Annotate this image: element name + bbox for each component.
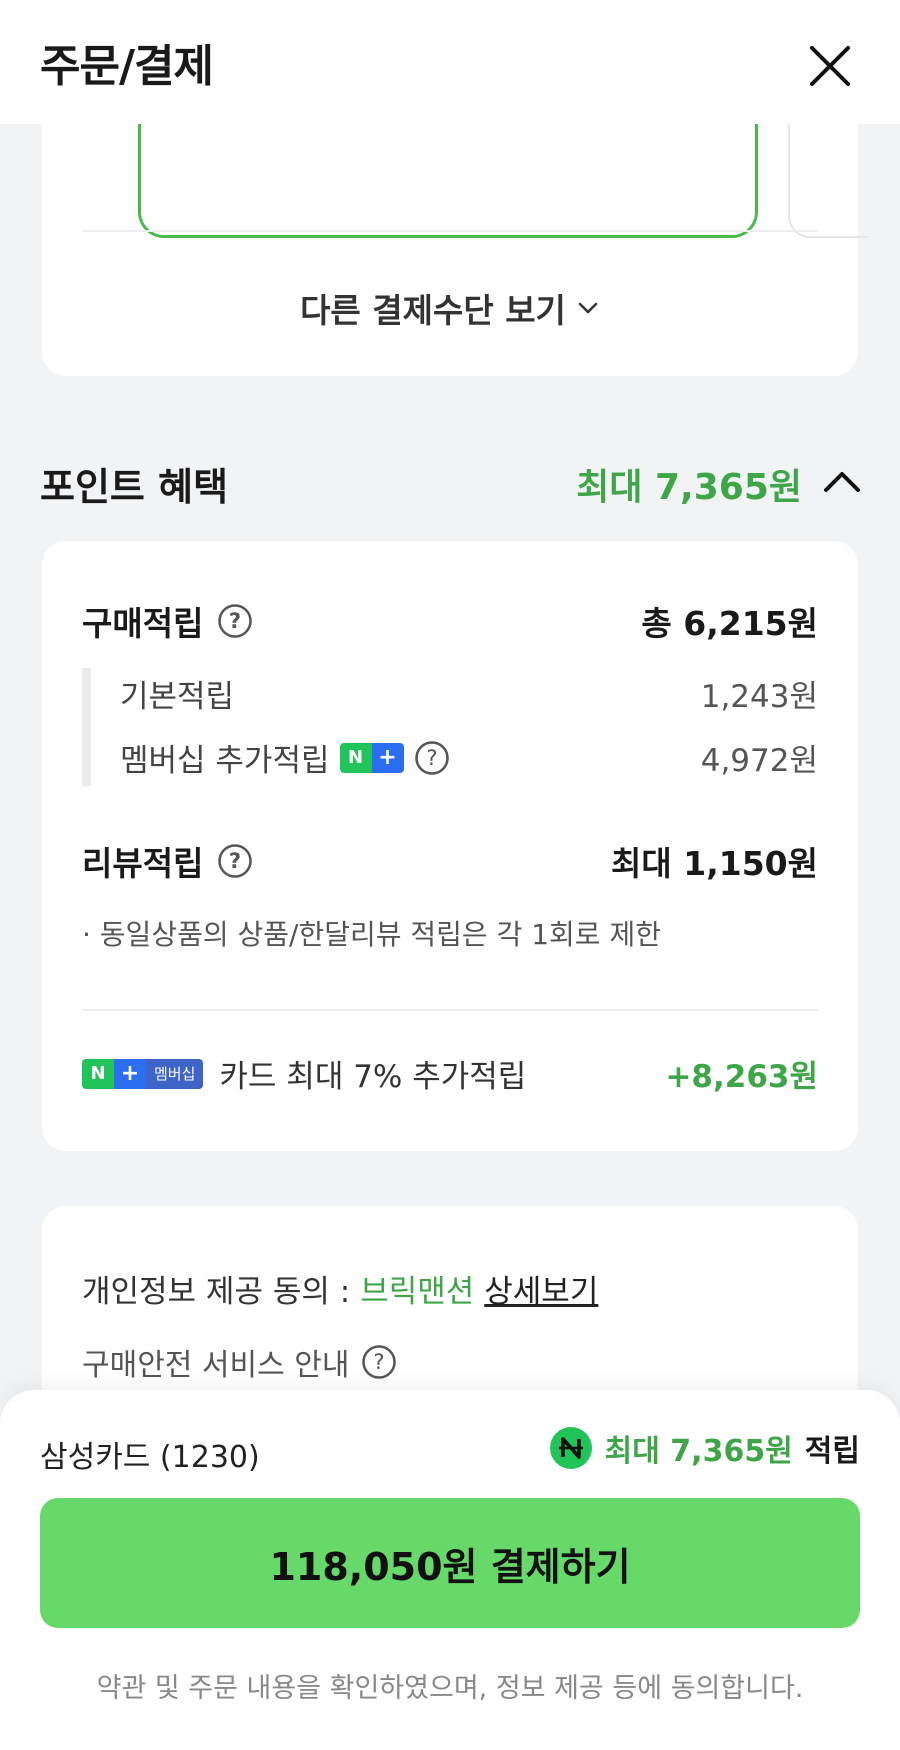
svg-text:?: ? <box>374 1350 385 1374</box>
svg-text:?: ? <box>229 609 241 633</box>
pay-button[interactable]: 118,050원 결제하기 <box>40 1498 860 1628</box>
terms-notice: 약관 및 주문 내용을 확인하였으며, 정보 제공 등에 동의합니다. <box>96 1673 804 1704</box>
review-points-note: · 동일상품의 상품/한달리뷰 적립은 각 1회로 제한 <box>82 918 661 951</box>
help-icon[interactable]: ? <box>217 603 253 639</box>
seller-brand: 브릭맨션 <box>360 1274 475 1310</box>
purchase-safety-label: 구매안전 서비스 안내 <box>82 1348 350 1383</box>
purchase-points-label: 구매적립 <box>82 604 204 643</box>
review-points-row: 리뷰적립 ? <box>82 837 253 885</box>
privacy-consent-label: 개인정보 제공 동의 : <box>82 1274 351 1310</box>
divider <box>82 1009 818 1011</box>
selected-card-name: 삼성카드 (1230) <box>40 1440 260 1475</box>
badge-membership: 멤버십 <box>146 1058 204 1089</box>
svg-text:?: ? <box>229 849 241 873</box>
npay-membership-badge: N + 멤버십 <box>82 1058 204 1089</box>
npay-icon <box>549 1427 592 1469</box>
points-card: 구매적립 ? 총 6,215원 기본적립 1,243원 멤버십 추가적립 N +… <box>42 541 858 1151</box>
badge-plus: + <box>371 742 404 773</box>
other-methods-label: 다른 결제수단 보기 <box>300 291 566 330</box>
close-button[interactable] <box>800 36 860 96</box>
badge-plus: + <box>114 1058 146 1089</box>
card-bonus-value: +8,263원 <box>665 1059 818 1095</box>
review-points-label: 리뷰적립 <box>82 844 204 883</box>
svg-text:?: ? <box>426 746 437 770</box>
membership-points-text: 멤버십 추가적립 <box>120 743 330 779</box>
basic-points-label: 기본적립 <box>120 671 234 716</box>
badge-n: N <box>339 742 372 773</box>
basic-points-value: 1,243원 <box>700 679 818 715</box>
membership-points-label: 멤버십 추가적립 N + ? <box>120 735 450 780</box>
chevron-up-icon <box>824 472 860 492</box>
reward-summary: 최대 7,365원 적립 <box>549 1426 860 1470</box>
reward-suffix: 적립 <box>804 1434 860 1469</box>
purchase-safety-row: 구매안전 서비스 안내 ? <box>82 1340 397 1384</box>
review-points-value: 최대 1,150원 <box>611 844 818 883</box>
points-collapse-toggle[interactable] <box>818 462 866 502</box>
header: 주문/결제 <box>0 0 900 124</box>
card-bonus-label: 카드 최대 7% 추가적립 <box>219 1059 527 1095</box>
close-icon <box>810 46 850 86</box>
help-icon[interactable]: ? <box>361 1344 397 1380</box>
purchase-points-value: 총 6,215원 <box>641 604 818 643</box>
card-bonus-row: N + 멤버십 카드 최대 7% 추가적립 <box>82 1051 526 1096</box>
badge-n: N <box>82 1058 114 1089</box>
reward-amount: 최대 7,365원 <box>604 1434 793 1469</box>
purchase-points-row: 구매적립 ? <box>82 597 253 645</box>
points-section-title: 포인트 혜택 <box>40 465 229 509</box>
other-payment-methods-button[interactable]: 다른 결제수단 보기 <box>42 278 858 338</box>
page-title: 주문/결제 <box>40 41 214 92</box>
chevron-down-icon <box>578 302 598 314</box>
detail-link[interactable]: 상세보기 <box>484 1266 598 1311</box>
basic-points-text: 기본적립 <box>120 679 235 715</box>
npay-plus-badge: N + <box>339 742 404 773</box>
sub-items-bar <box>82 668 91 786</box>
points-max-total: 최대 7,365원 <box>576 467 802 508</box>
privacy-consent-row: 개인정보 제공 동의 : 브릭맨션 상세보기 <box>82 1266 598 1311</box>
help-icon[interactable]: ? <box>217 843 253 879</box>
help-icon[interactable]: ? <box>414 740 450 776</box>
payment-bottom-sheet: 삼성카드 (1230) 최대 7,365원 적립 118,050원 결제하기 약… <box>0 1390 900 1750</box>
membership-points-value: 4,972원 <box>700 743 818 779</box>
divider <box>82 230 818 232</box>
